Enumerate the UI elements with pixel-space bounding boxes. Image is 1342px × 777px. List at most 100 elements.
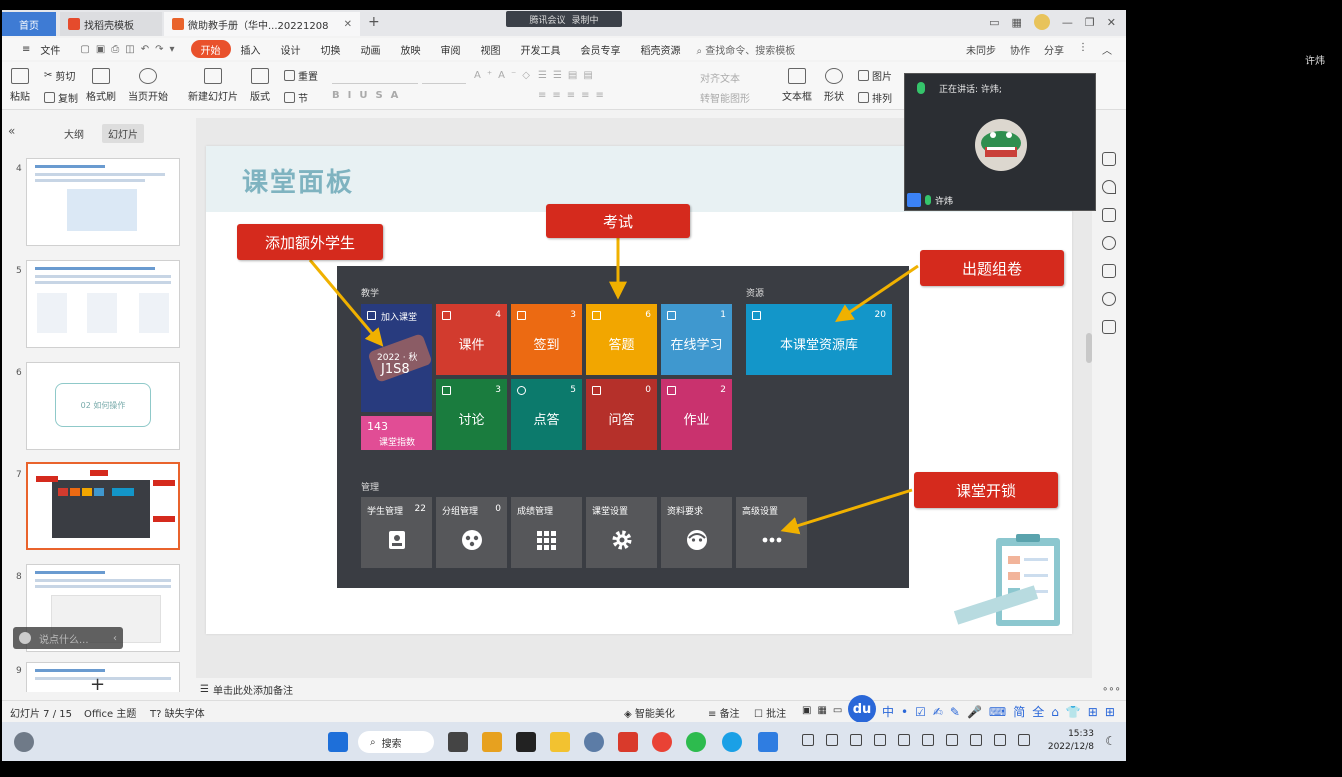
tray-sync-icon[interactable]: [826, 734, 838, 746]
meeting-indicator[interactable]: 腾讯会议 录制中: [506, 11, 622, 27]
close-window-icon[interactable]: ✕: [1107, 16, 1116, 29]
tab-home[interactable]: 首页: [2, 12, 56, 36]
terminal-icon[interactable]: [516, 732, 536, 752]
menu-icon[interactable]: ≡: [12, 40, 40, 58]
collapse-icon[interactable]: ︿: [1102, 42, 1112, 57]
menu-slideshow[interactable]: 放映: [391, 40, 431, 58]
more-icon[interactable]: ⋮: [1078, 42, 1088, 57]
slide-thumbnail-7[interactable]: [26, 462, 180, 550]
location-icon[interactable]: [1102, 292, 1116, 306]
menu-design[interactable]: 设计: [271, 40, 311, 58]
tab-slides[interactable]: 幻灯片: [102, 124, 144, 143]
slide[interactable]: 课堂面板 教学 资源 管理 加入课堂 2022 · 秋 J1S8 143 课堂指…: [206, 146, 1072, 634]
arrange-button[interactable]: 排列: [858, 90, 892, 105]
chat-input[interactable]: 说点什么... ‹: [13, 627, 123, 649]
help-icon[interactable]: [1102, 236, 1116, 250]
folder-icon[interactable]: [550, 732, 570, 752]
pin-icon[interactable]: [1102, 180, 1116, 194]
notes-area[interactable]: ☰ 单击此处添加备注: [196, 680, 1092, 698]
tab-templates[interactable]: 找稻壳模板: [60, 12, 162, 36]
windows-start-icon[interactable]: [328, 732, 348, 752]
missing-font[interactable]: T? 缺失字体: [150, 705, 205, 720]
textbox-button[interactable]: 文本框: [782, 68, 812, 103]
cut-button[interactable]: ✂ 剪切: [44, 68, 75, 83]
sync-status[interactable]: 未同步: [966, 42, 996, 57]
menu-start[interactable]: 开始: [190, 40, 231, 58]
theme-name[interactable]: Office 主题: [84, 705, 136, 720]
menu-animation[interactable]: 动画: [351, 40, 391, 58]
align-text-button[interactable]: 对齐文本: [700, 70, 740, 85]
slide-thumbnail-4[interactable]: [26, 158, 180, 246]
paragraph-buttons[interactable]: ☰☰▤▤: [538, 70, 599, 81]
adjust-icon[interactable]: [1102, 152, 1116, 166]
meeting-icon[interactable]: [758, 732, 778, 752]
collab-button[interactable]: 协作: [1010, 42, 1030, 57]
user-avatar[interactable]: [1033, 14, 1050, 30]
tab-outline[interactable]: 大纲: [58, 124, 90, 143]
edge-icon[interactable]: [722, 732, 742, 752]
scroll-thumb[interactable]: [1086, 333, 1092, 363]
font-name-select[interactable]: [332, 70, 418, 84]
restore-icon[interactable]: ❐: [1085, 16, 1095, 29]
new-tab-icon[interactable]: +: [368, 14, 380, 30]
tray-app-icon[interactable]: [874, 734, 886, 746]
menu-view[interactable]: 视图: [471, 40, 511, 58]
settings-icon[interactable]: [584, 732, 604, 752]
menu-transition[interactable]: 切换: [311, 40, 351, 58]
layout-icon[interactable]: ▭: [989, 16, 999, 29]
menu-member[interactable]: 会员专享: [571, 40, 631, 58]
minimize-icon[interactable]: —: [1062, 16, 1073, 29]
beautify-button[interactable]: ◈ 智能美化: [624, 705, 675, 720]
copy-panel-icon[interactable]: [1102, 208, 1116, 222]
share-button[interactable]: 分享: [1044, 42, 1064, 57]
image-panel-icon[interactable]: [1102, 264, 1116, 278]
new-slide-button[interactable]: 新建幻灯片: [188, 68, 238, 103]
widget-icon[interactable]: [14, 732, 34, 752]
chrome-icon[interactable]: [652, 732, 672, 752]
tray-wechat-icon[interactable]: [850, 734, 862, 746]
close-tab-icon[interactable]: ✕: [344, 19, 352, 30]
wps-icon[interactable]: [618, 732, 638, 752]
ime-toolbar[interactable]: 中•☑✍✎🎤⌨简全⌂👕⊞⊞: [882, 703, 1122, 720]
tray-mic-icon[interactable]: [898, 734, 910, 746]
task-view-icon[interactable]: [448, 732, 468, 752]
convert-smart-button[interactable]: 转智能图形: [700, 90, 750, 105]
comments-toggle[interactable]: ☐ 批注: [754, 705, 786, 720]
section-button[interactable]: 节: [284, 90, 308, 105]
chevron-left-icon[interactable]: ‹: [113, 633, 117, 644]
volume-icon[interactable]: [994, 734, 1006, 746]
paste-button[interactable]: 粘贴: [10, 68, 30, 103]
taskbar-search[interactable]: ⌕ 搜索: [358, 731, 434, 753]
tab-document[interactable]: 微助教手册（华中...20221208 ✕: [164, 12, 360, 36]
add-slide-icon[interactable]: +: [90, 674, 105, 695]
shape-button[interactable]: 形状: [824, 68, 844, 103]
sublime-icon[interactable]: [482, 732, 502, 752]
slide-thumbnail-6[interactable]: 02 如何操作: [26, 362, 180, 450]
menu-insert[interactable]: 插入: [231, 40, 271, 58]
tray-up-icon[interactable]: [802, 734, 814, 746]
book-panel-icon[interactable]: [1102, 320, 1116, 334]
apps-icon[interactable]: ▦: [1012, 16, 1022, 29]
notification-icon[interactable]: ☾: [1105, 734, 1116, 748]
battery-icon[interactable]: [1018, 734, 1030, 746]
quick-access-icons[interactable]: ▢▣⎙◫↶↷▾: [70, 40, 190, 58]
slide-thumbnail-5[interactable]: [26, 260, 180, 348]
clock[interactable]: 15:33 2022/12/8: [1048, 728, 1094, 754]
video-window[interactable]: 正在讲话: 许炜; 许炜: [904, 73, 1096, 211]
layout-button[interactable]: 版式: [250, 68, 270, 103]
menu-developer[interactable]: 开发工具: [511, 40, 571, 58]
menu-review[interactable]: 审阅: [431, 40, 471, 58]
more-dots-icon[interactable]: ∘∘∘: [1102, 684, 1121, 695]
canvas-scrollbar[interactable]: [1086, 165, 1092, 665]
reset-button[interactable]: 重置: [284, 68, 318, 83]
collapse-panel-icon[interactable]: «: [8, 124, 15, 138]
font-size-buttons[interactable]: A⁺A⁻◇: [474, 70, 536, 81]
view-buttons[interactable]: ▣▦▭: [802, 705, 848, 716]
menu-file[interactable]: 文件: [40, 40, 70, 58]
wechat-icon[interactable]: [686, 732, 706, 752]
notes-toggle[interactable]: ≡ 备注: [708, 705, 740, 720]
format-painter-button[interactable]: 格式刷: [86, 68, 116, 103]
copy-button[interactable]: 复制: [44, 90, 78, 105]
wifi-icon[interactable]: [970, 734, 982, 746]
tray-du-icon[interactable]: [946, 734, 958, 746]
